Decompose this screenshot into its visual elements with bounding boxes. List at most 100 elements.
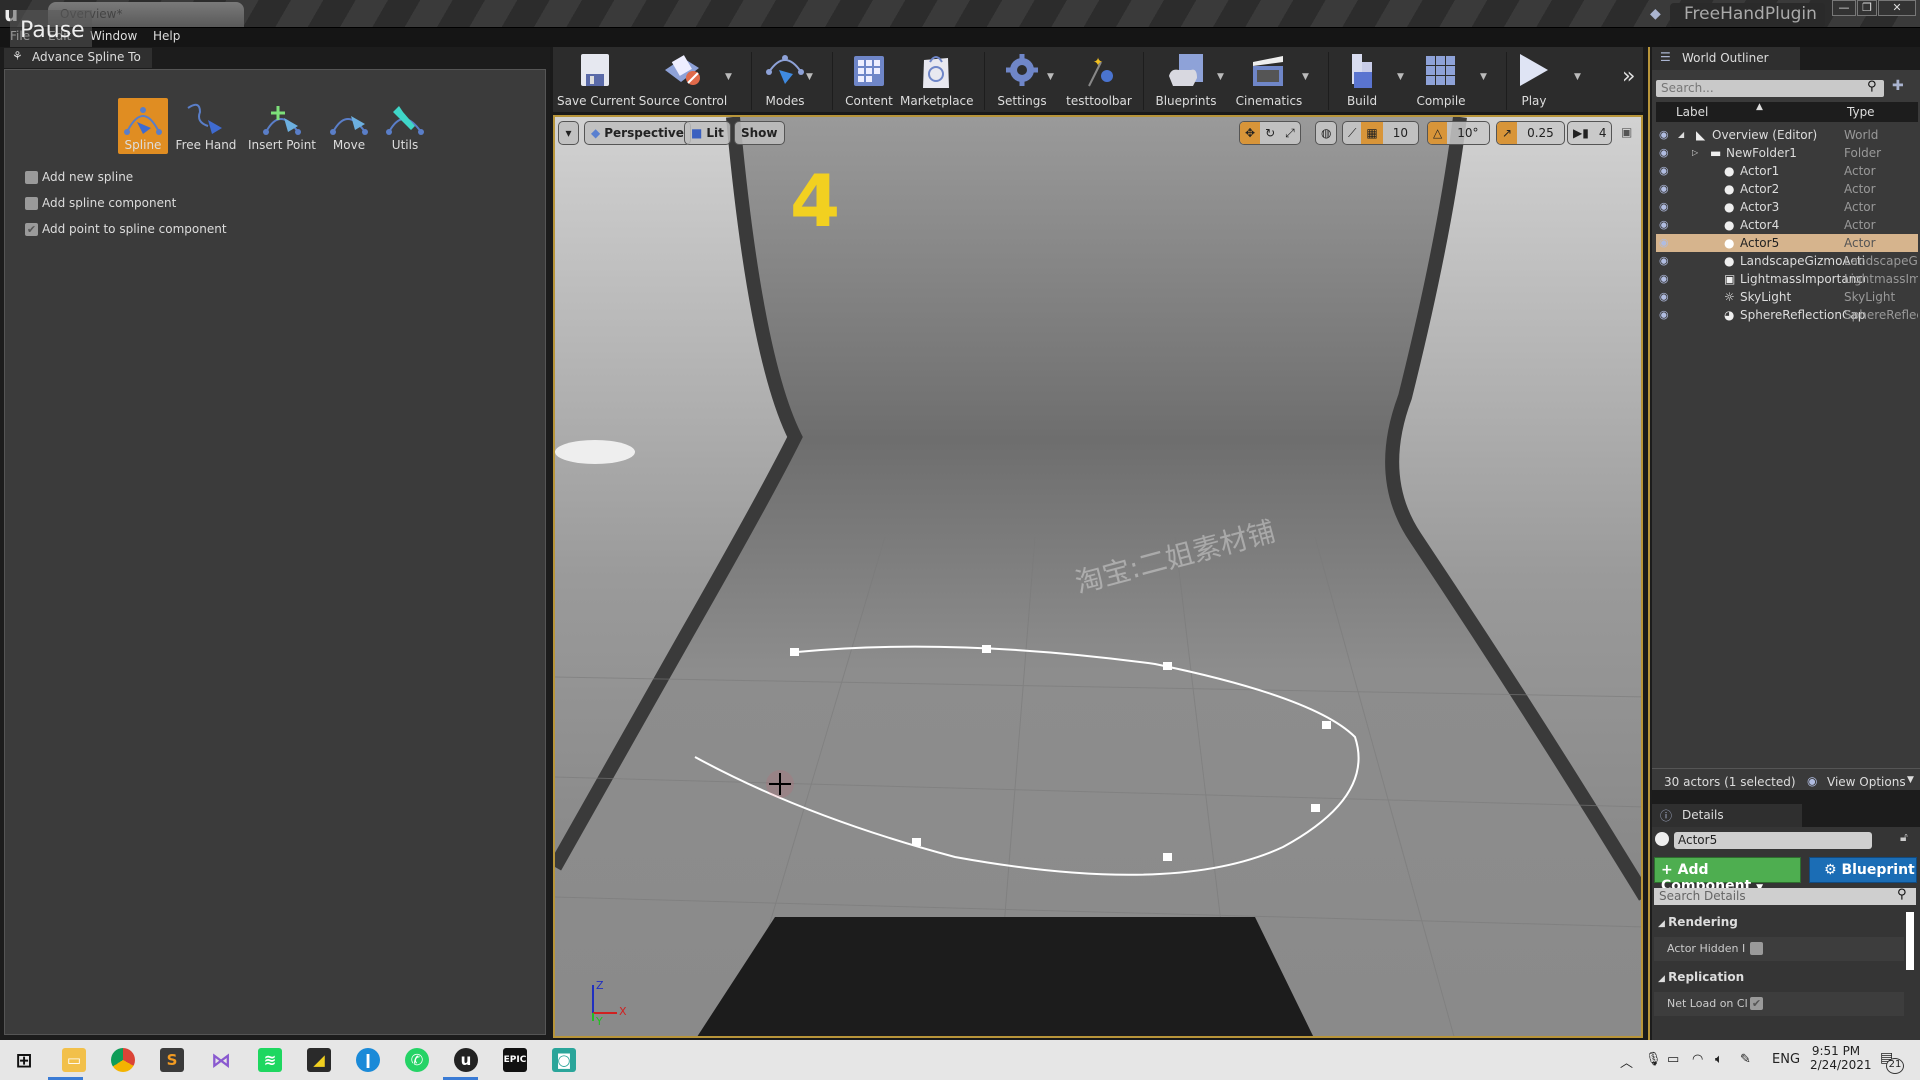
scale-icon[interactable]: ⤢ [1280,122,1300,144]
tool-insert-point[interactable]: Insert Point [248,98,316,154]
checkbox[interactable] [1750,942,1763,955]
compile-button[interactable]: Compile [1413,50,1469,110]
visibility-eye-icon[interactable]: ◉ [1659,216,1669,234]
camera-speed-value[interactable]: 4 [1594,122,1612,144]
add-component-button[interactable]: + Add Component ▼ [1654,857,1801,894]
tool-free-hand[interactable]: Free Hand [176,98,236,154]
option-add-point-to-spline-component[interactable]: ✔ Add point to spline component [25,222,227,236]
checkbox-checked[interactable]: ✔ [25,222,38,236]
app-icon[interactable]: ◙ [552,1048,576,1072]
visibility-eye-icon[interactable]: ◉ [1659,198,1669,216]
grid-snap-icon[interactable]: ▦ [1361,122,1383,144]
toolbar-overflow-button[interactable]: » [1622,64,1635,89]
outliner-row[interactable]: ◉ ● Actor3 Actor [1656,198,1918,216]
option-add-spline-component[interactable]: Add spline component [25,196,176,210]
play-button[interactable]: Play [1512,50,1556,110]
modes-dropdown[interactable]: ▼ [806,72,813,82]
world-outliner-tab[interactable]: ☰ World Outliner [1652,47,1800,70]
chrome-icon[interactable] [111,1048,135,1072]
spline-point[interactable] [1311,804,1320,812]
lit-button[interactable]: ■ Lit [684,121,731,145]
checkbox[interactable] [25,196,38,210]
settings-dropdown[interactable]: ▼ [1047,72,1054,82]
lock-icon[interactable]: 🔓︎ [1900,830,1908,845]
cinematics-dropdown[interactable]: ▼ [1302,72,1309,82]
rotation-snap-value[interactable]: 10° [1447,122,1488,144]
whatsapp-icon[interactable]: ✆ [405,1048,429,1072]
marketplace-button[interactable]: Marketplace [900,50,974,110]
viewport-options-button[interactable]: ▾ [558,121,579,145]
spline-point[interactable] [790,648,799,656]
blueprints-dropdown[interactable]: ▼ [1217,72,1224,82]
outliner-row[interactable]: ◉ ● Actor4 Actor [1656,216,1918,234]
visibility-eye-icon[interactable]: ◉ [1659,288,1669,306]
details-search-input[interactable]: Search Details [1654,888,1916,905]
clock[interactable]: 9:51 PM 2/24/2021 [1810,1044,1872,1072]
visibility-eye-icon[interactable]: ◉ [1659,252,1669,270]
rotation-snap-icon[interactable]: △ [1428,122,1448,144]
content-button[interactable]: Content [838,50,900,110]
collapse-arrow-icon[interactable]: ◢ [1678,126,1684,144]
testtoolbar-button[interactable]: ✦ testtoolbar [1064,50,1134,110]
battery-icon[interactable]: ▭ [1667,1052,1679,1067]
tool-move[interactable]: Move [324,98,374,154]
surface-snap-icon[interactable]: ⟋ [1343,122,1361,144]
level-viewport[interactable]: 淘宝:二姐素材铺 4 Z X Y [553,115,1643,1038]
actor-name-input[interactable]: Actor5 [1674,832,1872,849]
microphone-icon[interactable]: 🎙︎ [1645,1052,1662,1067]
visibility-eye-icon[interactable]: ◉ [1659,306,1669,324]
wifi-icon[interactable]: ◠ [1692,1052,1703,1067]
tool-utils[interactable]: Utils [380,98,430,154]
visibility-eye-icon[interactable]: ◉ [1659,270,1669,288]
visibility-eye-icon[interactable]: ◉ [1659,180,1669,198]
expand-arrow-icon[interactable]: ▷ [1692,144,1698,162]
app-icon[interactable]: ǀ [356,1048,380,1072]
scale-snap-icon[interactable]: ↗ [1497,122,1518,144]
spline-point[interactable] [1163,662,1172,670]
volume-icon[interactable]: 🔈︎ [1715,1052,1723,1067]
file-explorer-icon[interactable]: ▭ [62,1048,86,1072]
tool-spline[interactable]: Spline [118,98,168,154]
epic-games-icon[interactable]: EPIC [503,1048,527,1072]
compile-dropdown[interactable]: ▼ [1480,72,1487,82]
add-folder-icon[interactable]: ✚ [1892,78,1904,94]
build-dropdown[interactable]: ▼ [1397,72,1404,82]
details-tab[interactable]: ⓘ Details [1652,804,1802,827]
scale-snap-value[interactable]: 0.25 [1517,122,1564,144]
language-indicator[interactable]: ENG [1772,1052,1800,1067]
rotate-icon[interactable]: ↻ [1260,122,1280,144]
category-rendering[interactable]: ◢ Rendering [1654,912,1904,934]
option-add-new-spline[interactable]: Add new spline [25,170,133,184]
visibility-eye-icon[interactable]: ◉ [1659,162,1669,180]
blueprint-button[interactable]: ⚙ Blueprint [1809,857,1917,883]
translate-icon[interactable]: ✥ [1240,122,1261,144]
cinematics-button[interactable]: Cinematics [1234,50,1304,110]
outliner-row[interactable]: ◉ ☼ SkyLight SkyLight [1656,288,1918,306]
visual-studio-icon[interactable]: ⋈ [209,1048,233,1072]
source-control-dropdown[interactable]: ▼ [725,72,732,82]
advance-spline-tab[interactable]: ⚘ Advance Spline To [4,48,152,68]
blueprints-button[interactable]: Blueprints [1150,50,1222,110]
show-hidden-icons[interactable]: ︿ [1620,1052,1633,1071]
outliner-row[interactable]: ◉ ◣ ◢ Overview (Editor) World [1656,126,1918,144]
column-label[interactable]: Label [1676,105,1708,119]
save-current-button[interactable]: Save Current [557,50,635,110]
world-globe-icon[interactable]: ◍ [1316,122,1336,144]
spline-point[interactable] [1322,721,1331,729]
outliner-row[interactable]: ◉ ▬ ▷ NewFolder1 Folder [1656,144,1918,162]
source-control-button[interactable]: Source Control [636,50,730,110]
build-button[interactable]: Build [1334,50,1390,110]
outliner-row[interactable]: ◉ ◕ SphereReflectionCapt SphereReflec [1656,306,1918,324]
close-button[interactable]: ✕ [1878,0,1916,16]
details-scrollbar[interactable] [1906,912,1914,970]
camera-speed-icon[interactable]: ▶▮ [1568,122,1594,144]
outliner-search-input[interactable]: Search... [1656,80,1884,97]
settings-button[interactable]: Settings [990,50,1054,110]
visibility-eye-icon[interactable]: ◉ [1659,126,1669,144]
maximize-viewport-icon[interactable]: ▣ [1621,125,1632,139]
show-button[interactable]: Show [734,121,785,145]
outliner-row[interactable]: ◉ ● Actor5 Actor [1656,234,1918,252]
spline-point[interactable] [1163,853,1172,861]
spotify-icon[interactable]: ≋ [258,1048,282,1072]
minimize-button[interactable]: — [1832,0,1856,16]
